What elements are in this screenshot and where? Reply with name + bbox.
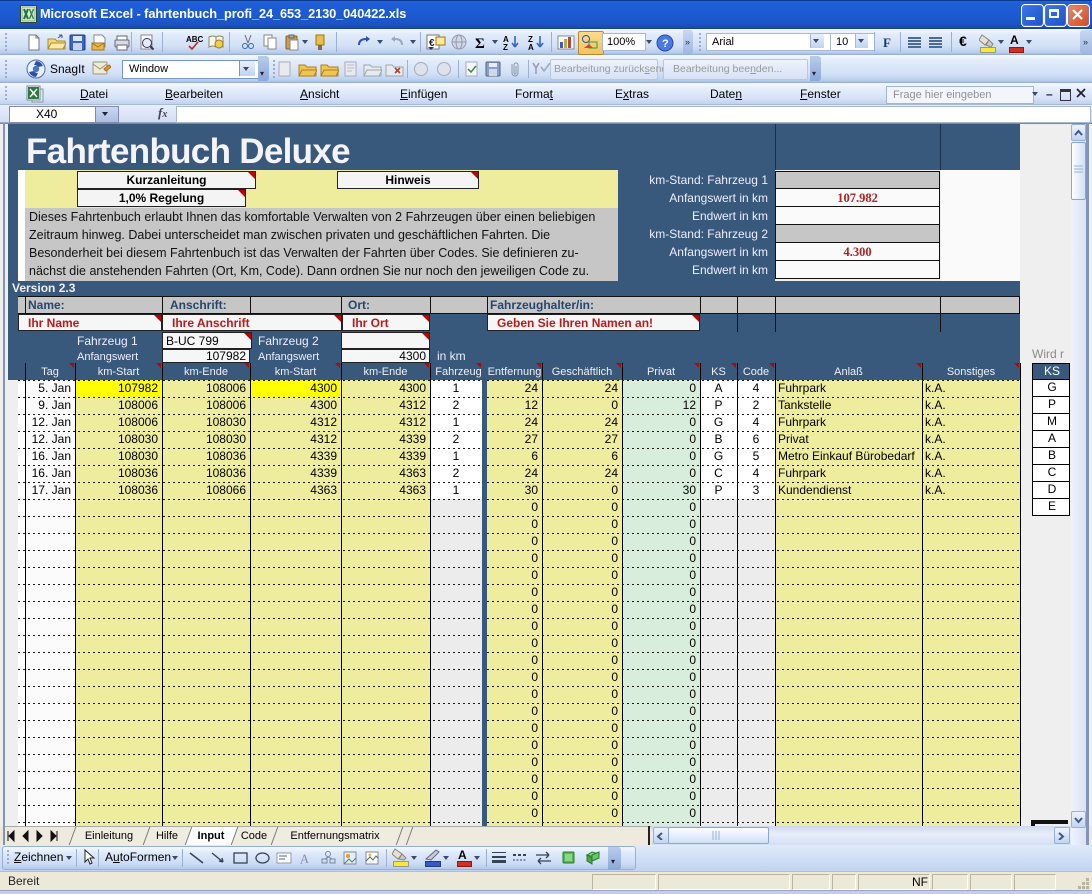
- svg-text:ABC: ABC: [186, 35, 204, 44]
- svg-text:Σ: Σ: [475, 36, 485, 51]
- svg-text:Z: Z: [503, 43, 508, 51]
- svg-text:A: A: [298, 851, 309, 866]
- svg-text:A: A: [528, 43, 534, 51]
- svg-text:?: ?: [662, 38, 669, 50]
